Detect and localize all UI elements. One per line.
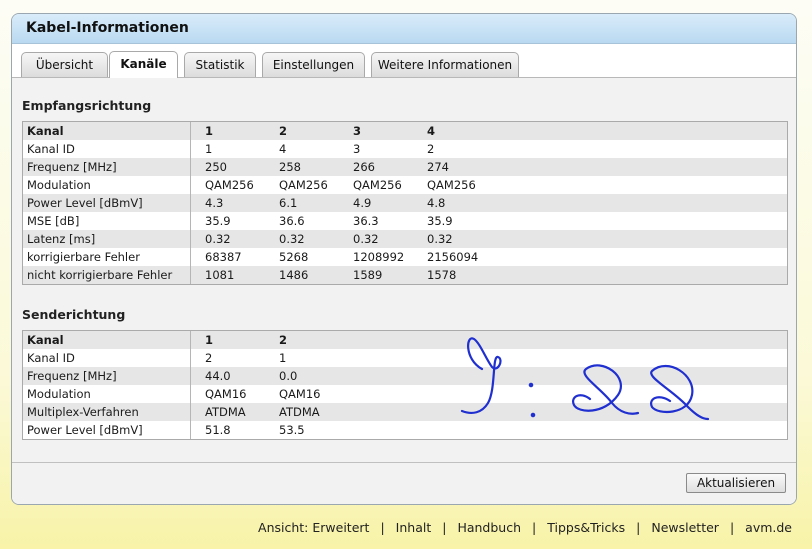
table-header-cell: Kanal <box>27 333 64 347</box>
downstream-table: Kanal 1 2 3 4 Kanal ID 1 4 3 2 Frequenz … <box>22 121 788 285</box>
table-cell: 2 <box>427 142 435 156</box>
nav-manual[interactable]: Handbuch <box>457 520 521 535</box>
table-cell: 36.6 <box>279 214 305 228</box>
table-cell: 0.0 <box>279 369 298 383</box>
table-cell: 1081 <box>205 268 235 282</box>
nav-contents[interactable]: Inhalt <box>396 520 432 535</box>
nav-view-extended[interactable]: Ansicht: Erweitert <box>258 520 369 535</box>
handwritten-time-scribble <box>460 337 710 421</box>
table-cell: 2 <box>205 351 213 365</box>
row-label: Power Level [dBmV] <box>27 196 143 210</box>
row-label: Kanal ID <box>27 142 75 156</box>
table-cell: QAM256 <box>427 178 476 192</box>
row-label: Modulation <box>27 178 91 192</box>
row-label: Frequenz [MHz] <box>27 160 117 174</box>
row-label: nicht korrigierbare Fehler <box>27 268 173 282</box>
table-cell: 1 <box>205 142 213 156</box>
table-row: Frequenz [MHz] 250 258 266 274 <box>23 158 787 176</box>
table-cell: 68387 <box>205 250 242 264</box>
table-header-cell: 4 <box>427 124 436 138</box>
table-row: Power Level [dBmV] 4.3 6.1 4.9 4.8 <box>23 194 787 212</box>
table-cell: 0.32 <box>427 232 453 246</box>
table-cell: 51.8 <box>205 423 231 437</box>
tab-more-info[interactable]: Weitere Informationen <box>371 52 519 77</box>
table-cell: 266 <box>353 160 375 174</box>
nav-newsletter[interactable]: Newsletter <box>651 520 719 535</box>
upstream-title: Senderichtung <box>22 307 126 322</box>
nav-separator: | <box>380 520 385 535</box>
row-label: Frequenz [MHz] <box>27 369 117 383</box>
table-cell: 44.0 <box>205 369 231 383</box>
table-cell: 4 <box>279 142 287 156</box>
table-cell: QAM256 <box>353 178 402 192</box>
table-cell: 35.9 <box>205 214 231 228</box>
table-cell: 36.3 <box>353 214 379 228</box>
table-row: Latenz [ms] 0.32 0.32 0.32 0.32 <box>23 230 787 248</box>
tab-overview[interactable]: Übersicht <box>21 52 108 77</box>
tab-statistics[interactable]: Statistik <box>184 52 256 77</box>
footer-nav: Ansicht: Erweitert | Inhalt | Handbuch | Tipps… <box>258 520 792 535</box>
table-cell: 4.3 <box>205 196 224 210</box>
nav-avm-link[interactable]: avm.de <box>745 520 792 535</box>
table-cell: 1208992 <box>353 250 405 264</box>
row-label: Kanal ID <box>27 351 75 365</box>
table-cell: 258 <box>279 160 301 174</box>
table-row: Kanal 1 2 3 4 <box>23 122 787 140</box>
table-cell: 0.32 <box>279 232 305 246</box>
row-label: Multiplex-Verfahren <box>27 405 139 419</box>
table-header-cell: 1 <box>205 124 214 138</box>
nav-separator: | <box>532 520 537 535</box>
table-row: Kanal ID 1 4 3 2 <box>23 140 787 158</box>
table-cell: 5268 <box>279 250 309 264</box>
nav-separator: | <box>636 520 641 535</box>
nav-separator: | <box>729 520 735 535</box>
row-label: MSE [dB] <box>27 214 80 228</box>
table-cell: ATDMA <box>205 405 246 419</box>
cable-info-panel: Kabel-Informationen Übersicht Kanäle Sta… <box>11 13 797 505</box>
table-cell: 1486 <box>279 268 309 282</box>
table-cell: 4.9 <box>353 196 372 210</box>
table-header-cell: 2 <box>279 333 288 347</box>
refresh-button[interactable]: Aktualisieren <box>686 473 786 493</box>
row-label: Modulation <box>27 387 91 401</box>
table-cell: 2156094 <box>427 250 479 264</box>
tab-channels[interactable]: Kanäle <box>109 51 178 78</box>
table-row: MSE [dB] 35.9 36.6 36.3 35.9 <box>23 212 787 230</box>
table-cell: 4.8 <box>427 196 446 210</box>
nav-tips-tricks[interactable]: Tipps&Tricks <box>547 520 625 535</box>
table-cell: 53.5 <box>279 423 305 437</box>
table-header-cell: 2 <box>279 124 288 138</box>
tab-bar: Übersicht Kanäle Statistik Einstellungen… <box>12 44 796 78</box>
table-cell: 35.9 <box>427 214 453 228</box>
table-row: Modulation QAM256 QAM256 QAM256 QAM256 <box>23 176 787 194</box>
table-cell: QAM16 <box>279 387 321 401</box>
table-row: nicht korrigierbare Fehler 1081 1486 158… <box>23 266 787 284</box>
table-header-cell: Kanal <box>27 124 64 138</box>
table-cell: 3 <box>353 142 361 156</box>
table-cell: 1 <box>279 351 287 365</box>
panel-footer: Aktualisieren <box>12 462 796 504</box>
table-cell: 0.32 <box>353 232 379 246</box>
table-row: korrigierbare Fehler 68387 5268 1208992 … <box>23 248 787 266</box>
row-label: korrigierbare Fehler <box>27 250 140 264</box>
table-cell: QAM256 <box>205 178 254 192</box>
row-label: Latenz [ms] <box>27 232 96 246</box>
table-cell: 6.1 <box>279 196 298 210</box>
table-cell: QAM256 <box>279 178 328 192</box>
table-cell: ATDMA <box>279 405 320 419</box>
table-cell: 274 <box>427 160 449 174</box>
table-cell: 1589 <box>353 268 383 282</box>
nav-separator: | <box>442 520 447 535</box>
tab-settings[interactable]: Einstellungen <box>262 52 365 77</box>
panel-title: Kabel-Informationen <box>12 14 796 44</box>
table-cell: 250 <box>205 160 227 174</box>
table-header-cell: 3 <box>353 124 362 138</box>
row-label: Power Level [dBmV] <box>27 423 143 437</box>
downstream-title: Empfangsrichtung <box>22 98 152 113</box>
table-header-cell: 1 <box>205 333 214 347</box>
table-cell: QAM16 <box>205 387 247 401</box>
table-cell: 1578 <box>427 268 457 282</box>
table-cell: 0.32 <box>205 232 231 246</box>
